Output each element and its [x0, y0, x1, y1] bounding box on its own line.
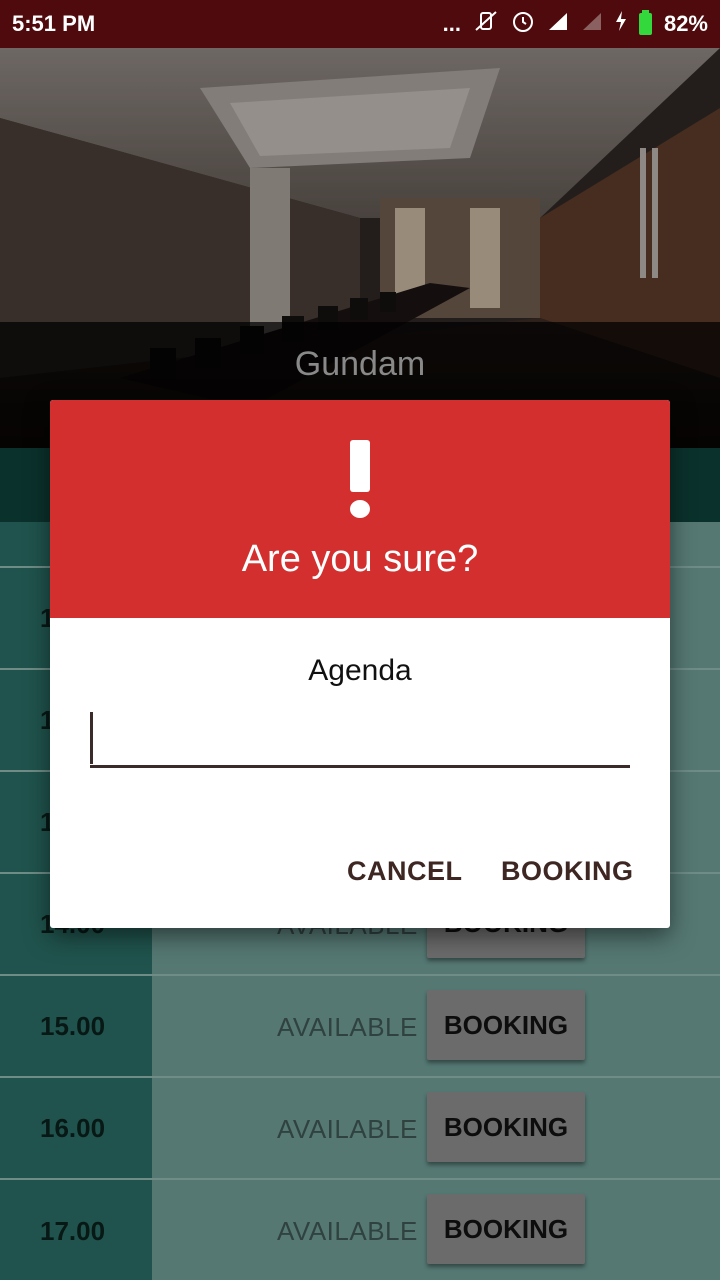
- vibrate-off-icon: [473, 10, 499, 38]
- text-cursor: [90, 712, 93, 764]
- charging-icon: [615, 11, 627, 37]
- cancel-button[interactable]: CANCEL: [347, 856, 463, 887]
- status-icons: ... 82%: [443, 9, 708, 39]
- battery-percent: 82%: [663, 11, 708, 36]
- exclamation-icon: [50, 440, 670, 518]
- agenda-input[interactable]: [90, 710, 630, 768]
- dialog-title: Are you sure?: [241, 538, 479, 580]
- signal-icon: [547, 11, 569, 37]
- status-bar: 5:51 PM ... 82%: [0, 0, 720, 48]
- confirm-dialog: Are you sure? Agenda CANCEL BOOKING: [50, 400, 670, 928]
- booking-confirm-button[interactable]: BOOKING: [501, 856, 634, 887]
- agenda-label: Agenda: [308, 654, 412, 687]
- signal-empty-icon: [581, 11, 603, 37]
- dialog-header: Are you sure?: [50, 400, 670, 618]
- battery-icon: [638, 10, 652, 35]
- more-dots-icon: ...: [442, 11, 461, 36]
- status-time: 5:51 PM: [12, 11, 96, 36]
- alarm-icon: [511, 9, 535, 39]
